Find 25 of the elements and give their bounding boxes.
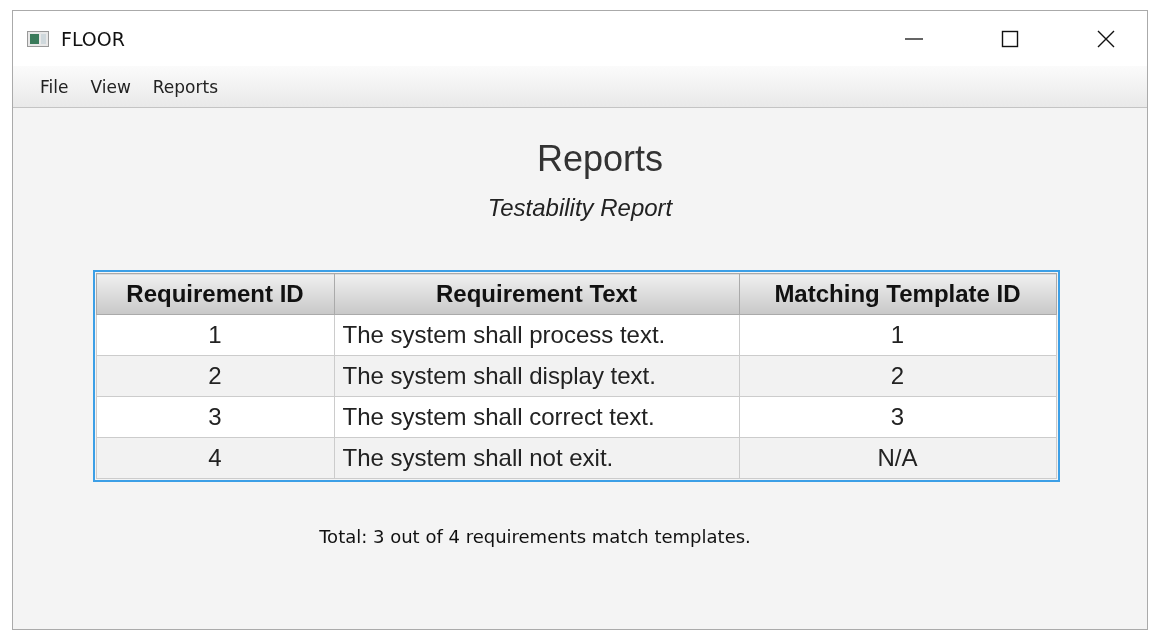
menu-item[interactable]: File [29, 76, 80, 97]
table-cell: 3 [739, 396, 1056, 438]
page-heading: Reports [536, 138, 664, 180]
table-cell: The system shall not exit. [334, 437, 739, 479]
report-title: Testability Report [487, 194, 673, 222]
menu-item[interactable]: View [79, 76, 142, 97]
table-cell: 3 [96, 396, 334, 438]
table-cell: N/A [739, 437, 1056, 479]
column-header[interactable]: Requirement ID [96, 273, 334, 315]
menu-item[interactable]: Reports [141, 76, 229, 97]
table-cell: 1 [96, 314, 334, 356]
table-cell: The system shall display text. [334, 355, 739, 397]
maximize-icon[interactable] [1001, 29, 1019, 48]
column-header[interactable]: Requirement Text [334, 273, 739, 315]
close-icon[interactable] [1097, 29, 1115, 48]
summary-text: Total: 3 out of 4 requirements match templates. [319, 526, 751, 547]
table-cell: 2 [739, 355, 1056, 397]
table-cell: The system shall correct text. [334, 396, 739, 438]
table-cell: 2 [96, 355, 334, 397]
app-icon [27, 30, 49, 47]
table-cell: 4 [96, 437, 334, 479]
table-cell: The system shall process text. [334, 314, 739, 356]
table-cell: 1 [739, 314, 1056, 356]
window-title: FLOOR [61, 27, 125, 50]
column-header[interactable]: Matching Template ID [739, 273, 1056, 315]
